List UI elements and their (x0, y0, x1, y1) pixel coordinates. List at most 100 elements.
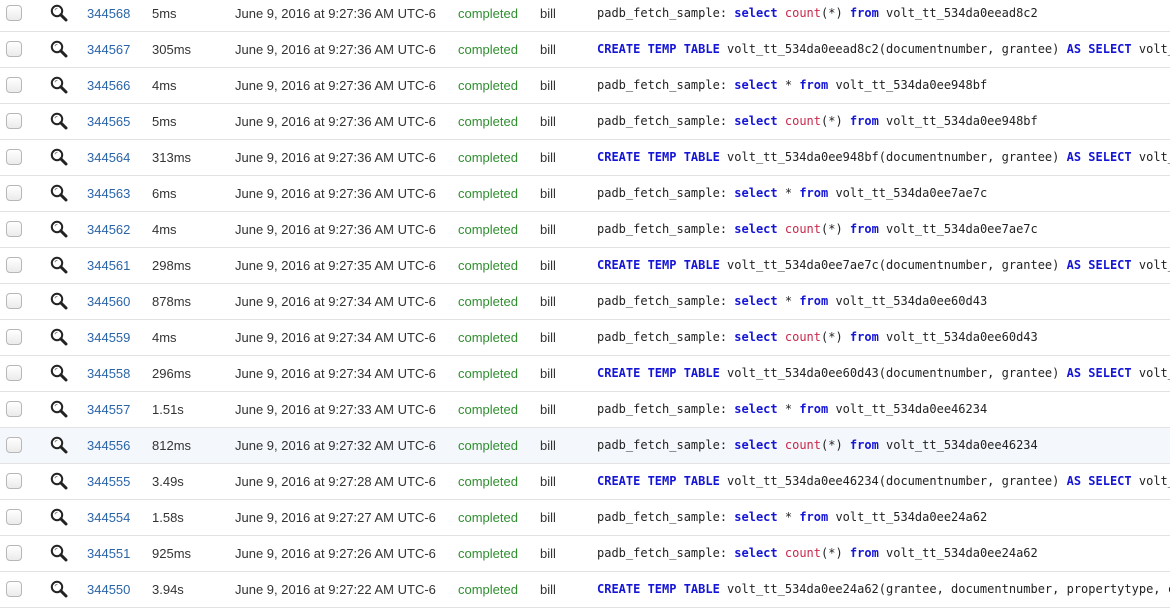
query-user: bill (540, 78, 556, 93)
row-checkbox[interactable] (6, 401, 22, 417)
query-user: bill (540, 402, 556, 417)
query-status: completed (458, 258, 518, 273)
row-checkbox[interactable] (6, 473, 22, 489)
query-start-time: June 9, 2016 at 9:27:28 AM UTC-6 (235, 474, 436, 489)
magnifier-icon[interactable] (49, 327, 68, 346)
query-status: completed (458, 78, 518, 93)
sql-text: (*) (821, 438, 850, 452)
magnifier-icon[interactable] (49, 471, 68, 490)
query-start-time: June 9, 2016 at 9:27:36 AM UTC-6 (235, 78, 436, 93)
table-row: 344563 6ms June 9, 2016 at 9:27:36 AM UTC-… (0, 176, 1170, 212)
query-id-link[interactable]: 344554 (87, 500, 130, 535)
sql-text: volt_tt_534da0ee46234(documentnumber, gr… (719, 474, 1067, 488)
row-checkbox[interactable] (6, 365, 22, 381)
magnifier-icon[interactable] (49, 183, 68, 202)
magnifier-icon[interactable] (49, 75, 68, 94)
magnifier-icon[interactable] (49, 291, 68, 310)
sql-text: padb_fetch_sample: (597, 222, 735, 236)
row-checkbox[interactable] (6, 185, 22, 201)
sql-text: volt_tt_534da0ee24a62 (878, 546, 1038, 560)
magnifier-icon[interactable] (49, 543, 68, 562)
row-checkbox[interactable] (6, 329, 22, 345)
query-id-link[interactable]: 344557 (87, 392, 130, 427)
sql-text: volt_tt_534da0ee7ae7c (878, 222, 1038, 236)
sql-keyword: from (799, 402, 829, 416)
sql-function: count (784, 222, 821, 236)
row-checkbox[interactable] (6, 545, 22, 561)
row-checkbox[interactable] (6, 221, 22, 237)
sql-text: volt_tt_534da0ee60d43 (878, 330, 1038, 344)
sql-keyword: from (849, 114, 879, 128)
magnifier-icon[interactable] (49, 39, 68, 58)
sql-text: volt_ (1138, 366, 1170, 380)
query-id-link[interactable]: 344566 (87, 68, 130, 103)
query-user: bill (540, 186, 556, 201)
query-user: bill (540, 258, 556, 273)
magnifier-icon[interactable] (49, 147, 68, 166)
sql-text: volt_tt_534da0ee948bf (878, 114, 1038, 128)
sql-text: padb_fetch_sample: (597, 114, 735, 128)
query-id-link[interactable]: 344551 (87, 536, 130, 571)
query-status: completed (458, 402, 518, 417)
row-checkbox[interactable] (6, 41, 22, 57)
table-row: 344551 925ms June 9, 2016 at 9:27:26 AM UT… (0, 536, 1170, 572)
magnifier-icon[interactable] (49, 435, 68, 454)
query-id-link[interactable]: 344568 (87, 0, 130, 31)
sql-text: volt_tt_534da0ee7ae7c(documentnumber, gr… (719, 258, 1067, 272)
sql-text: * (777, 510, 800, 524)
sql-keyword: select (734, 438, 778, 452)
query-id-link[interactable]: 344556 (87, 428, 130, 463)
row-checkbox[interactable] (6, 437, 22, 453)
query-id-link[interactable]: 344550 (87, 572, 130, 607)
magnifier-icon[interactable] (49, 3, 68, 22)
magnifier-icon[interactable] (49, 363, 68, 382)
query-user: bill (540, 222, 556, 237)
sql-text: volt_tt_534da0eead8c2(documentnumber, gr… (719, 42, 1067, 56)
query-id-link[interactable]: 344564 (87, 140, 130, 175)
query-id-link[interactable]: 344563 (87, 176, 130, 211)
magnifier-icon[interactable] (49, 507, 68, 526)
row-checkbox[interactable] (6, 113, 22, 129)
query-duration: 812ms (152, 438, 192, 453)
query-id-link[interactable]: 344555 (87, 464, 130, 499)
table-row: 344554 1.58s June 9, 2016 at 9:27:27 AM UT… (0, 500, 1170, 536)
sql-keyword: from (799, 78, 829, 92)
table-row: 344555 3.49s June 9, 2016 at 9:27:28 AM UT… (0, 464, 1170, 500)
sql-keyword: from (799, 186, 829, 200)
sql-keyword: select (734, 114, 778, 128)
table-row: 344556 812ms June 9, 2016 at 9:27:32 AM UT… (0, 428, 1170, 464)
sql-keyword: CREATE TEMP TABLE (597, 474, 720, 488)
magnifier-icon[interactable] (49, 219, 68, 238)
row-checkbox[interactable] (6, 77, 22, 93)
row-checkbox[interactable] (6, 257, 22, 273)
query-id-link[interactable]: 344561 (87, 248, 130, 283)
row-checkbox[interactable] (6, 509, 22, 525)
query-status: completed (458, 330, 518, 345)
query-id-link[interactable]: 344558 (87, 356, 130, 391)
query-duration: 5ms (152, 114, 177, 129)
magnifier-icon[interactable] (49, 111, 68, 130)
query-start-time: June 9, 2016 at 9:27:34 AM UTC-6 (235, 330, 436, 345)
row-checkbox[interactable] (6, 581, 22, 597)
query-user: bill (540, 546, 556, 561)
sql-text: volt_tt_534da0ee7ae7c (828, 186, 988, 200)
magnifier-icon[interactable] (49, 399, 68, 418)
magnifier-icon[interactable] (49, 255, 68, 274)
query-id-link[interactable]: 344562 (87, 212, 130, 247)
query-duration: 4ms (152, 330, 177, 345)
magnifier-icon[interactable] (49, 579, 68, 598)
query-id-link[interactable]: 344559 (87, 320, 130, 355)
row-checkbox[interactable] (6, 149, 22, 165)
query-id-link[interactable]: 344565 (87, 104, 130, 139)
row-checkbox[interactable] (6, 293, 22, 309)
table-row: 344550 3.94s June 9, 2016 at 9:27:22 AM UT… (0, 572, 1170, 608)
sql-keyword: CREATE TEMP TABLE (597, 582, 720, 596)
sql-keyword: from (799, 510, 829, 524)
query-id-link[interactable]: 344560 (87, 284, 130, 319)
sql-keyword: from (849, 6, 879, 20)
query-id-link[interactable]: 344567 (87, 32, 130, 67)
sql-function: count (784, 438, 821, 452)
sql-text: * (777, 402, 800, 416)
row-checkbox[interactable] (6, 5, 22, 21)
